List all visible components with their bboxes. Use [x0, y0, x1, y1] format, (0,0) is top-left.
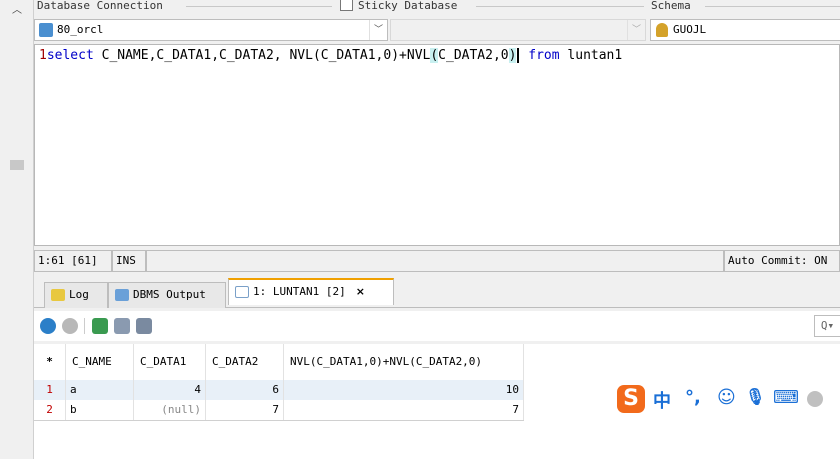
editor-status-bar: 1:61 [61] INS Auto Commit: ON: [34, 250, 840, 272]
schema-value: GUOJL: [673, 23, 707, 36]
column-header[interactable]: C_DATA2: [206, 344, 284, 380]
table-cell[interactable]: 10: [284, 380, 524, 400]
database-connection-label: Database Connection: [37, 0, 163, 12]
sogou-logo-icon[interactable]: S: [617, 385, 645, 413]
table-cell[interactable]: 4: [134, 380, 206, 400]
output-tabs: Log DBMS Output 1: LUNTAN1 [2] ×: [34, 278, 840, 308]
chevron-down-icon[interactable]: ﹀: [369, 20, 387, 40]
schema-label: Schema: [651, 0, 691, 12]
sql-editor[interactable]: 1select C_NAME,C_DATA1,C_DATA2, NVL(C_DA…: [34, 44, 840, 246]
row-marker-header: *: [34, 344, 66, 380]
tab-luntan1-results[interactable]: 1: LUNTAN1 [2] ×: [228, 278, 394, 305]
log-icon: [51, 289, 65, 301]
emoji-icon[interactable]: ☺: [717, 387, 736, 408]
close-icon[interactable]: ×: [356, 285, 365, 298]
punctuation-icon[interactable]: °,: [685, 387, 701, 408]
chinese-mode-icon[interactable]: 中: [653, 387, 671, 413]
skin-icon[interactable]: [807, 391, 823, 407]
keyword-from: from: [528, 48, 560, 63]
toolbar-separator: [84, 318, 85, 334]
refresh-icon[interactable]: [40, 318, 56, 334]
column-header[interactable]: NVL(C_DATA1,0)+NVL(C_DATA2,0): [284, 344, 524, 380]
sql-text: C_NAME,C_DATA1,C_DATA2, NVL(C_DATA1,0)+N…: [93, 48, 431, 63]
group-rule: [186, 6, 332, 7]
chevron-down-icon: ﹀: [627, 20, 645, 40]
tab-label: Log: [69, 288, 89, 301]
row-number: 1: [34, 380, 66, 400]
ime-toolbar[interactable]: S 中 °, ☺ 🎙 ⌨: [617, 385, 840, 413]
line-number: 1: [39, 48, 47, 63]
column-header[interactable]: C_NAME: [66, 344, 134, 380]
database-icon: [39, 23, 53, 37]
tab-dbms-output[interactable]: DBMS Output: [108, 282, 226, 308]
table-cell[interactable]: b: [66, 400, 134, 420]
column-header[interactable]: C_DATA1: [134, 344, 206, 380]
left-panel-strip: ︿: [0, 0, 34, 459]
paren-highlight: ): [508, 48, 517, 63]
group-rule: [476, 6, 644, 7]
table-cell[interactable]: a: [66, 380, 134, 400]
tab-label: DBMS Output: [133, 288, 206, 301]
keyboard-icon[interactable]: ⌨: [773, 387, 799, 408]
sql-text: luntan1: [559, 48, 623, 63]
tab-label: 1: LUNTAN1 [2]: [253, 285, 346, 298]
cursor-position: 1:61 [61]: [34, 250, 112, 272]
auto-commit-status: Auto Commit: ON: [724, 250, 840, 272]
grid-icon: [235, 286, 249, 298]
database-connection-value: 80_orcl: [57, 23, 104, 36]
table-row[interactable]: 1 a 4 6 10: [34, 380, 524, 400]
database-connection-combo[interactable]: 80_orcl ﹀: [34, 19, 388, 41]
sql-text: C_DATA2,0: [438, 48, 509, 63]
search-results-icon[interactable]: [136, 318, 152, 334]
results-toolbar: Q▾: [34, 311, 840, 341]
table-cell[interactable]: 6: [206, 380, 284, 400]
table-cell-null[interactable]: (null): [134, 400, 206, 420]
dbms-output-icon: [115, 289, 129, 301]
table-row[interactable]: 2 b (null) 7 7: [34, 400, 524, 420]
group-rule: [705, 6, 840, 7]
stop-icon[interactable]: [62, 318, 78, 334]
table-cell[interactable]: 7: [284, 400, 524, 420]
tab-log[interactable]: Log: [44, 282, 108, 308]
schema-combo[interactable]: GUOJL: [650, 19, 840, 41]
code-line: 1select C_NAME,C_DATA1,C_DATA2, NVL(C_DA…: [39, 48, 622, 63]
status-spacer: [146, 250, 724, 272]
splitter-grip[interactable]: [10, 160, 24, 170]
export-icon[interactable]: [92, 318, 108, 334]
table-cell[interactable]: 7: [206, 400, 284, 420]
paren-highlight: (: [430, 48, 439, 63]
filter-icon[interactable]: [114, 318, 130, 334]
row-number: 2: [34, 400, 66, 420]
sticky-database-label: Sticky Database: [358, 0, 458, 12]
microphone-icon[interactable]: 🎙: [745, 387, 765, 406]
collapse-caret-icon[interactable]: ︿: [12, 1, 22, 16]
sticky-database-combo: ﹀: [390, 19, 646, 41]
keyword-select: select: [46, 48, 94, 63]
insert-mode: INS: [112, 250, 146, 272]
user-icon: [656, 23, 668, 37]
search-icon[interactable]: Q▾: [814, 315, 840, 337]
sticky-database-checkbox[interactable]: [340, 0, 353, 11]
grid-bottom-rule: [34, 420, 524, 421]
